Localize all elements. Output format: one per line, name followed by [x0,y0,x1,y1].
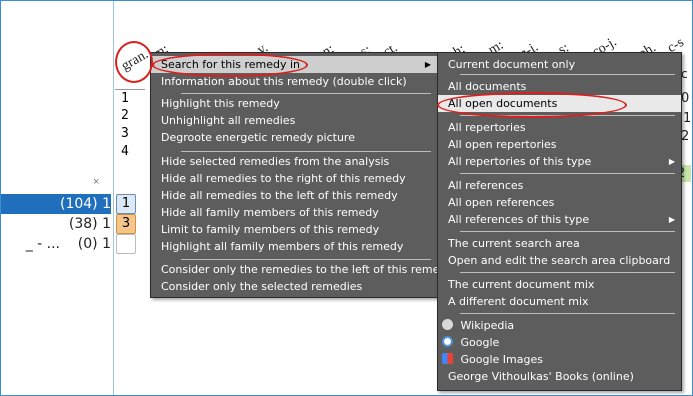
annotation-oval [115,41,153,83]
grade-value: 2 [681,129,690,144]
menu-separator [460,272,675,273]
submenu-item-google[interactable]: Google [438,334,681,351]
submenu-item-open-repertories[interactable]: All open repertories [438,136,681,153]
menu-separator [181,93,431,94]
submenu-item-document-mix[interactable]: The current document mix [438,276,681,293]
google-icon [442,336,453,347]
submenu-item-open-references[interactable]: All open references [438,194,681,211]
menu-item-label: All references of this type [448,213,590,226]
score-badge[interactable]: 1 [116,194,136,214]
submenu-item-vithoulkas-books[interactable]: George Vithoulkas' Books (online) [438,368,681,385]
rubric-panel: × (104) 1 (38) 1 _ - ... (0) 1 [1,1,113,395]
submenu-arrow-icon: ▶ [424,60,431,69]
menu-separator [181,259,431,260]
menu-separator [460,74,675,75]
application-window: × (104) 1 (38) 1 _ - ... (0) 1 gran. m: … [0,0,693,396]
grade-value: 1 [683,111,692,126]
rubric-row[interactable]: (38) 1 [1,214,111,234]
grade-value: 0 [681,91,690,106]
submenu-item-google-images[interactable]: Google Images [438,351,681,368]
row-number: 4 [121,144,129,159]
submenu-item-all-repertories[interactable]: All repertories [438,119,681,136]
menu-item-label: Wikipedia [460,319,515,332]
menu-item-hide-left[interactable]: Hide all remedies to the left of this re… [151,187,437,204]
menu-item-hide-family[interactable]: Hide all family members of this remedy [151,204,437,221]
menu-item-degroote-picture[interactable]: Degroote energetic remedy picture [151,129,437,146]
menu-item-limit-family[interactable]: Limit to family members of this remedy [151,221,437,238]
submenu-item-repertories-type[interactable]: All repertories of this type ▶ [438,153,681,170]
menu-item-highlight-family[interactable]: Highlight all family members of this rem… [151,238,437,255]
submenu-item-references-type[interactable]: All references of this type ▶ [438,211,681,228]
submenu-arrow-icon: ▶ [668,157,675,166]
remedy-context-menu: Search for this remedy in ▶ Information … [150,52,453,298]
panel-divider[interactable] [113,1,114,395]
submenu-item-current-document[interactable]: Current document only [438,56,681,73]
wikipedia-icon [442,319,453,330]
menu-item-label: Google Images [460,353,543,366]
rubric-row[interactable]: _ - ... (0) 1 [1,234,111,254]
row-number: 2 [121,108,129,123]
google-images-icon [442,353,453,364]
row-number: 1 [121,91,129,106]
score-badge[interactable]: 3 [116,214,136,234]
menu-separator [460,313,675,314]
menu-item-label: All repertories of this type [448,155,592,168]
annotation-oval [437,92,627,118]
menu-item-consider-left[interactable]: Consider only the remedies to the left o… [151,261,453,278]
menu-item-hide-selected[interactable]: Hide selected remedies from the analysis [151,153,437,170]
submenu-arrow-icon: ▶ [668,215,675,224]
menu-item-hide-right[interactable]: Hide all remedies to the right of this r… [151,170,437,187]
menu-separator [460,173,675,174]
menu-item-unhighlight-all[interactable]: Unhighlight all remedies [151,112,437,129]
panel-close-icon[interactable]: × [93,176,99,188]
submenu-item-different-mix[interactable]: A different document mix [438,293,681,310]
submenu-item-search-clipboard[interactable]: Open and edit the search area clipboard [438,252,681,269]
menu-separator [181,151,431,152]
menu-item-label: Google [460,336,500,349]
score-badge[interactable] [116,234,136,254]
submenu-item-all-references[interactable]: All references [438,177,681,194]
submenu-item-search-area[interactable]: The current search area [438,235,681,252]
row-number: 3 [121,126,129,141]
grid-line [115,89,145,90]
annotation-oval [152,53,308,77]
menu-item-consider-selected[interactable]: Consider only the selected remedies [151,278,437,295]
rubric-row[interactable]: (104) 1 [1,194,111,214]
menu-separator [460,231,675,232]
submenu-item-wikipedia[interactable]: Wikipedia [438,317,681,334]
menu-item-highlight-remedy[interactable]: Highlight this remedy [151,95,437,112]
